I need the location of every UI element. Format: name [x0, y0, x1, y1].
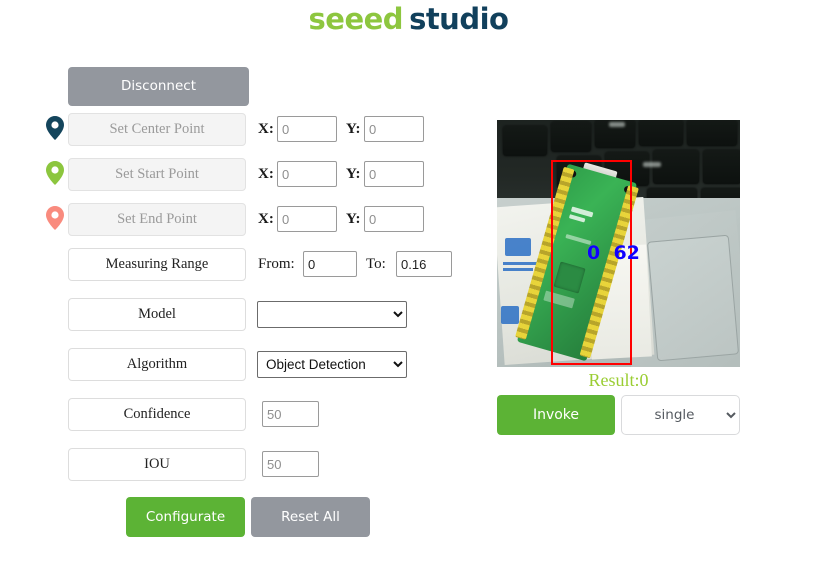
- configurate-button[interactable]: Configurate: [126, 497, 245, 537]
- key-highlight: [609, 122, 625, 127]
- iou-input[interactable]: [262, 451, 319, 477]
- algorithm-row: Algorithm Object Detection: [0, 332, 480, 382]
- range-to-input[interactable]: [396, 251, 452, 277]
- iou-label[interactable]: IOU: [68, 448, 246, 481]
- box-print-mark: [505, 238, 531, 256]
- range-from-label: From:: [258, 256, 295, 272]
- model-label[interactable]: Model: [68, 298, 246, 331]
- confidence-input[interactable]: [262, 401, 319, 427]
- box-print-line: [503, 262, 539, 265]
- action-buttons-row: Configurate Reset All: [0, 482, 480, 542]
- range-to-label: To:: [366, 256, 386, 272]
- result-text: Result:0: [588, 370, 649, 390]
- key: [687, 120, 737, 146]
- center-y-input[interactable]: [364, 116, 424, 142]
- end-y-input[interactable]: [364, 206, 424, 232]
- start-x-input[interactable]: [277, 161, 337, 187]
- invoke-mode-select[interactable]: single: [621, 395, 740, 435]
- measuring-range-row: Measuring Range From: To:: [0, 232, 480, 282]
- invoke-button[interactable]: Invoke: [497, 395, 615, 435]
- box-print-mark: [501, 306, 519, 324]
- logo-seeed-text: seeed: [308, 2, 404, 36]
- confidence-label[interactable]: Confidence: [68, 398, 246, 431]
- end-x-input[interactable]: [277, 206, 337, 232]
- key: [503, 126, 547, 156]
- model-select[interactable]: [257, 301, 407, 328]
- logo-studio-text: studio: [409, 2, 509, 36]
- start-point-row: Set Start Point X: Y:: [0, 142, 480, 191]
- start-y-input[interactable]: [364, 161, 424, 187]
- app-root: seeed studio Disconnect Set Center Point …: [0, 0, 817, 587]
- seeed-studio-logo: seeed studio: [0, 0, 817, 36]
- center-point-row: Set Center Point X: Y:: [0, 97, 480, 146]
- model-row: Model: [0, 282, 480, 332]
- trackpad-region: [646, 234, 740, 362]
- box-print-line: [503, 268, 533, 271]
- config-panel: Disconnect Set Center Point X: Y: Set St…: [0, 52, 480, 542]
- end-point-row: Set End Point X: Y:: [0, 187, 480, 236]
- connection-row: Disconnect: [0, 52, 480, 106]
- start-point-pin-icon: [46, 161, 64, 185]
- key: [639, 120, 683, 146]
- range-from-input[interactable]: [303, 251, 357, 277]
- center-point-pin-icon: [46, 116, 64, 140]
- measuring-range-label[interactable]: Measuring Range: [68, 248, 246, 281]
- center-x-input[interactable]: [277, 116, 337, 142]
- camera-preview-panel: 0 62: [497, 120, 740, 367]
- algorithm-select[interactable]: Object Detection: [257, 351, 407, 378]
- key-highlight: [643, 162, 661, 167]
- camera-preview-image[interactable]: 0 62: [497, 120, 740, 367]
- key: [551, 122, 591, 152]
- reset-all-button[interactable]: Reset All: [251, 497, 370, 537]
- end-point-pin-icon: [46, 206, 64, 230]
- iou-row: IOU: [0, 432, 480, 482]
- algorithm-label[interactable]: Algorithm: [68, 348, 246, 381]
- key: [653, 150, 699, 184]
- key: [703, 150, 740, 184]
- detection-label: 0 62: [587, 242, 640, 264]
- confidence-row: Confidence: [0, 382, 480, 432]
